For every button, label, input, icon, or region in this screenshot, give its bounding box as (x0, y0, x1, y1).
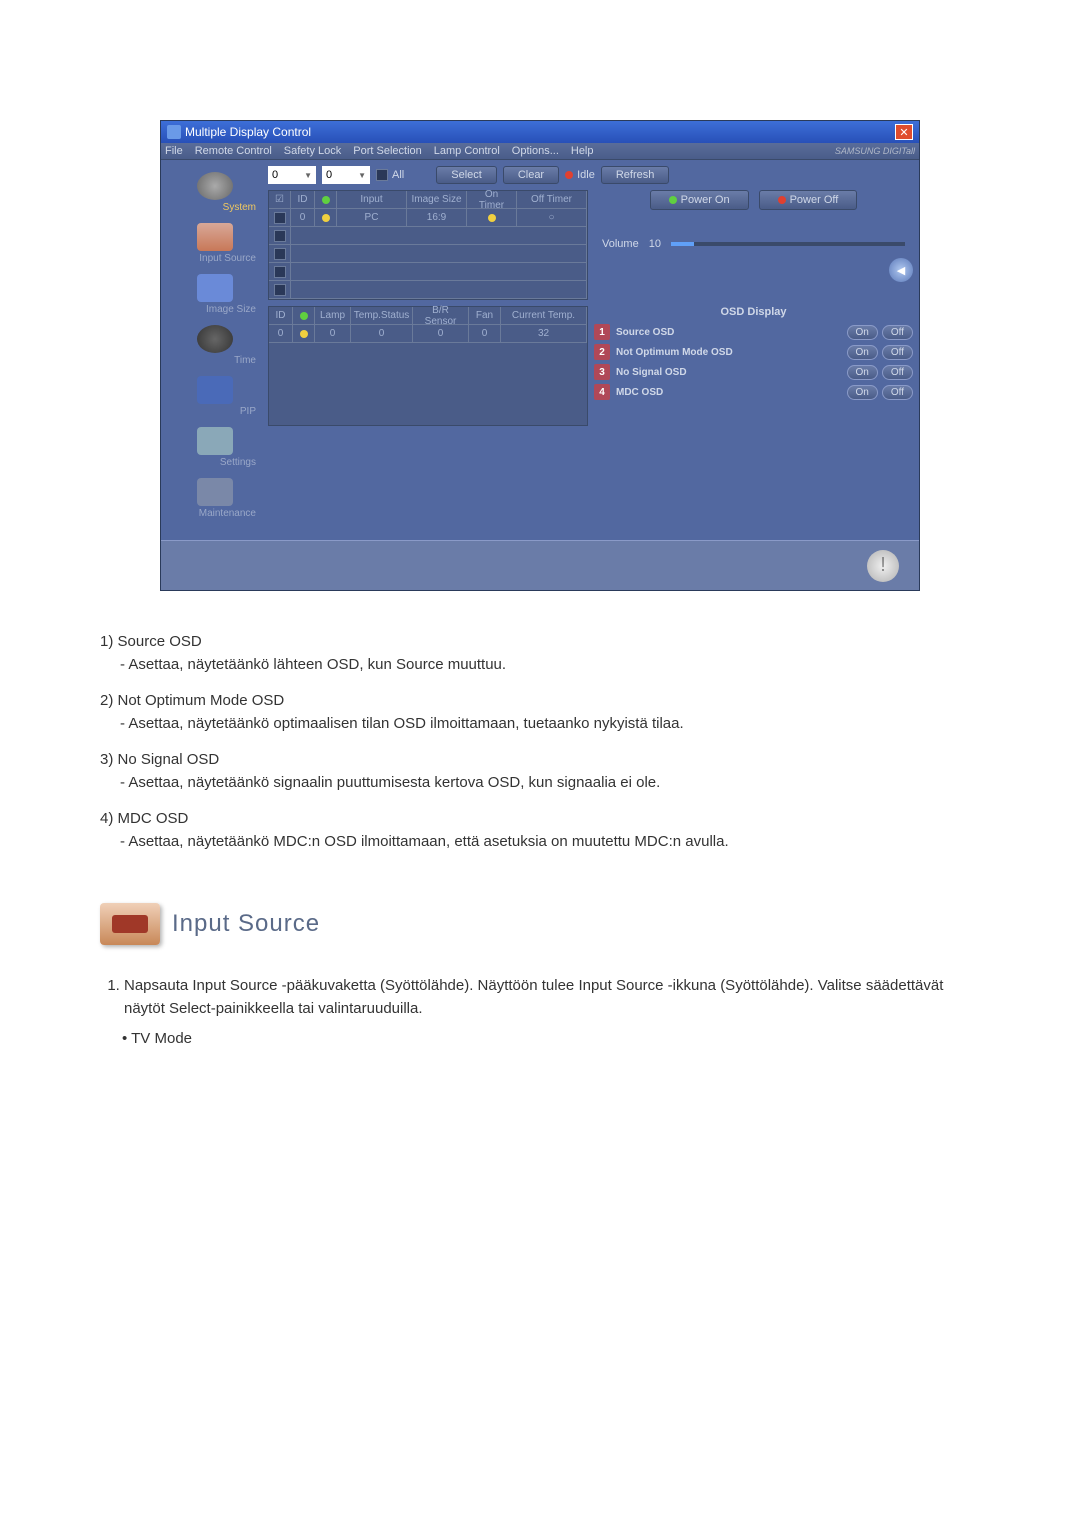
power-on-dot-icon (669, 196, 677, 204)
sidebar-item-imagesize[interactable]: Image Size (167, 268, 262, 317)
checkbox-all[interactable]: All (376, 169, 404, 181)
osd-label-2: Not Optimum Mode OSD (616, 347, 841, 358)
menu-file[interactable]: File (165, 145, 183, 157)
pip-icon (197, 376, 233, 404)
menu-help[interactable]: Help (571, 145, 594, 157)
display-table-2: ID Lamp Temp.Status B/R Sensor Fan Curre… (268, 306, 588, 426)
osd-display-panel: OSD Display 1 Source OSD On Off 2 Not Op… (594, 306, 913, 426)
refresh-button[interactable]: Refresh (601, 166, 670, 184)
sidebar-item-pip[interactable]: PIP (167, 370, 262, 419)
doc-item-1-title: 1) Source OSD (100, 631, 980, 654)
osd-3-off-button[interactable]: Off (882, 365, 913, 380)
osd-title: OSD Display (594, 306, 913, 318)
osd-row-1: 1 Source OSD On Off (594, 324, 913, 340)
status-bar: ! (161, 540, 919, 590)
section-header: Input Source (100, 903, 980, 945)
top-controls: 0 0 All Select Clear Idle Refresh (268, 166, 913, 184)
osd-2-off-button[interactable]: Off (882, 345, 913, 360)
brand-label: SAMSUNG DIGITall (835, 146, 915, 156)
app-screenshot: Multiple Display Control ✕ File Remote C… (160, 120, 920, 591)
system-icon (197, 172, 233, 200)
doc-item-4-desc: - Asettaa, näytetäänkö MDC:n OSD ilmoitt… (100, 831, 980, 854)
volume-slider[interactable] (671, 242, 905, 246)
sidebar-pip-label: PIP (169, 406, 260, 417)
osd-1-off-button[interactable]: Off (882, 325, 913, 340)
sidebar-item-settings[interactable]: Settings (167, 421, 262, 470)
sidebar-item-maintenance[interactable]: Maintenance (167, 472, 262, 521)
select-button[interactable]: Select (436, 166, 497, 184)
speaker-icon[interactable]: ◀ (889, 258, 913, 282)
menu-options[interactable]: Options... (512, 145, 559, 157)
power-on-button[interactable]: Power On (650, 190, 749, 210)
time-icon (197, 325, 233, 353)
settings-icon (197, 427, 233, 455)
doc-item-3-desc: - Asettaa, näytetäänkö signaalin puuttum… (100, 772, 980, 795)
sidebar-time-label: Time (169, 355, 260, 366)
osd-2-on-button[interactable]: On (847, 345, 878, 360)
alert-icon: ! (867, 550, 899, 582)
doc-item-1-desc: - Asettaa, näytetäänkö lähteen OSD, kun … (100, 654, 980, 677)
document-text: 1) Source OSD - Asettaa, näytetäänkö läh… (60, 631, 1020, 1051)
power-off-button[interactable]: Power Off (759, 190, 858, 210)
osd-row-3: 3 No Signal OSD On Off (594, 364, 913, 380)
sidebar-system-label: System (169, 202, 260, 213)
doc-bullet-tv: • TV Mode (100, 1028, 980, 1051)
clear-button[interactable]: Clear (503, 166, 559, 184)
image-size-icon (197, 274, 233, 302)
idle-dot-icon (565, 171, 573, 179)
doc-item-3-title: 3) No Signal OSD (100, 749, 980, 772)
dropdown-1[interactable]: 0 (268, 166, 316, 184)
idle-indicator: Idle (565, 169, 595, 181)
osd-4-off-button[interactable]: Off (882, 385, 913, 400)
doc-item-4-title: 4) MDC OSD (100, 808, 980, 831)
doc-item-2-title: 2) Not Optimum Mode OSD (100, 690, 980, 713)
osd-label-4: MDC OSD (616, 387, 841, 398)
sidebar-settings-label: Settings (169, 457, 260, 468)
osd-num-3: 3 (594, 364, 610, 380)
sidebar-item-input[interactable]: Input Source (167, 217, 262, 266)
menu-remote[interactable]: Remote Control (195, 145, 272, 157)
menu-port[interactable]: Port Selection (353, 145, 421, 157)
osd-3-on-button[interactable]: On (847, 365, 878, 380)
doc-ol-1: Napsauta Input Source -pääkuvaketta (Syö… (124, 975, 980, 1020)
osd-1-on-button[interactable]: On (847, 325, 878, 340)
idle-label: Idle (577, 169, 595, 181)
osd-num-2: 2 (594, 344, 610, 360)
volume-label: Volume (602, 238, 639, 250)
sidebar-imagesize-label: Image Size (169, 304, 260, 315)
sidebar: System Input Source Image Size Time PIP (167, 166, 262, 534)
menu-safety[interactable]: Safety Lock (284, 145, 341, 157)
titlebar: Multiple Display Control ✕ (161, 121, 919, 143)
sidebar-input-label: Input Source (169, 253, 260, 264)
window-title: Multiple Display Control (185, 125, 311, 139)
maintenance-icon (197, 478, 233, 506)
power-off-dot-icon (778, 196, 786, 204)
menubar: File Remote Control Safety Lock Port Sel… (161, 143, 919, 160)
osd-row-4: 4 MDC OSD On Off (594, 384, 913, 400)
sidebar-item-system[interactable]: System (167, 166, 262, 215)
osd-label-3: No Signal OSD (616, 367, 841, 378)
osd-num-1: 1 (594, 324, 610, 340)
display-table-1: ☑ ID Input Image Size On Timer Off Timer… (268, 190, 588, 300)
close-icon[interactable]: ✕ (895, 124, 913, 140)
osd-4-on-button[interactable]: On (847, 385, 878, 400)
menu-lamp[interactable]: Lamp Control (434, 145, 500, 157)
volume-value: 10 (649, 238, 661, 250)
osd-row-2: 2 Not Optimum Mode OSD On Off (594, 344, 913, 360)
dropdown-2[interactable]: 0 (322, 166, 370, 184)
osd-num-4: 4 (594, 384, 610, 400)
input-source-icon (197, 223, 233, 251)
sidebar-maintenance-label: Maintenance (169, 508, 260, 519)
osd-label-1: Source OSD (616, 327, 841, 338)
input-source-section-icon (100, 903, 160, 945)
volume-control: Volume 10 (594, 238, 913, 250)
section-title: Input Source (172, 906, 320, 942)
app-icon (167, 125, 181, 139)
doc-item-2-desc: - Asettaa, näytetäänkö optimaalisen tila… (100, 713, 980, 736)
sidebar-item-time[interactable]: Time (167, 319, 262, 368)
all-label: All (392, 169, 404, 181)
